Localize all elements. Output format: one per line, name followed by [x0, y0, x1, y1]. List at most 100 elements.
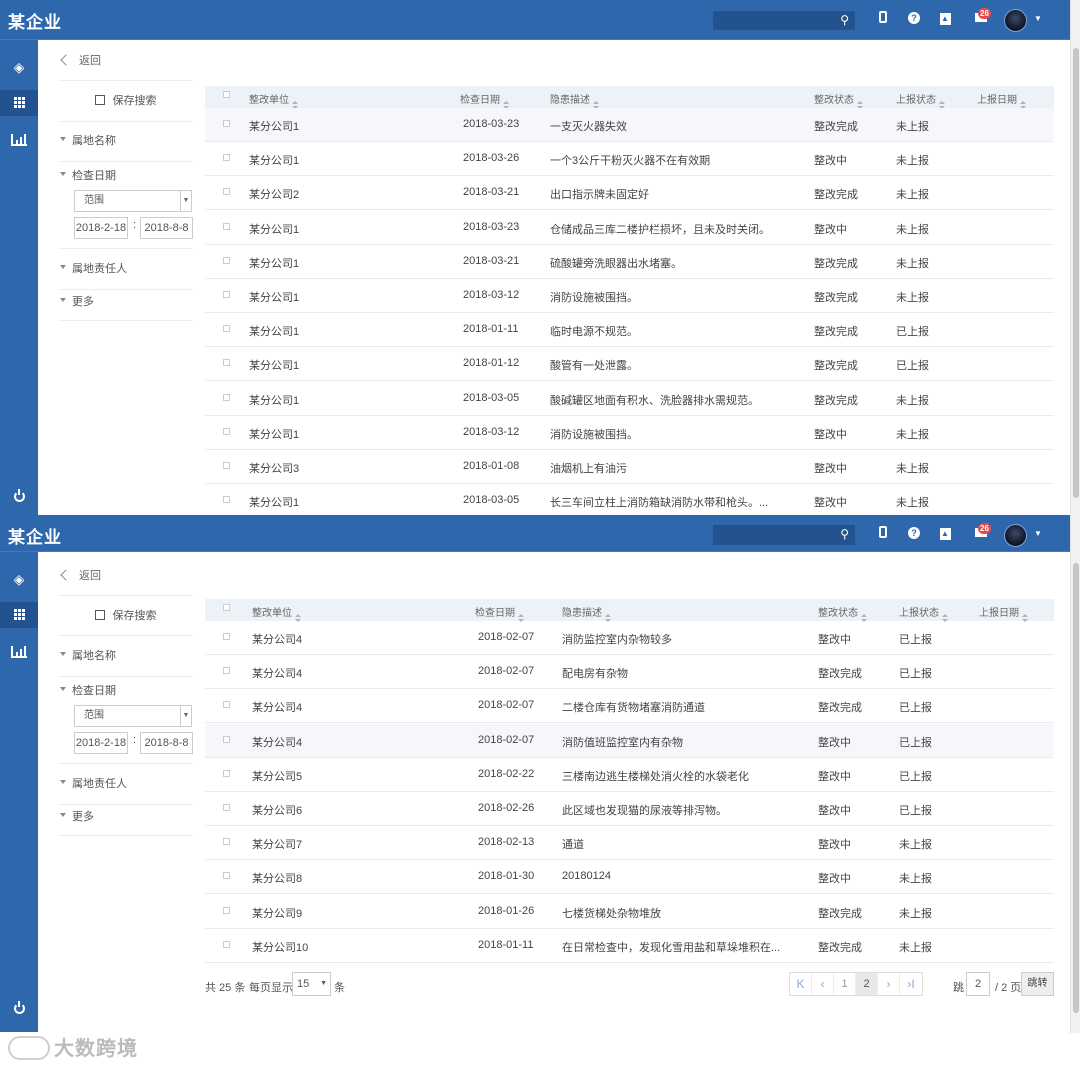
- help-icon[interactable]: ?: [907, 11, 921, 25]
- jump-button[interactable]: 跳转: [1021, 972, 1054, 996]
- prev-page-button[interactable]: ‹: [812, 973, 834, 995]
- mail-icon[interactable]: 26: [970, 523, 992, 540]
- table-row[interactable]: 某分公司6 2018-02-26 此区域也发现猫的尿液等排泻物。 整改中 已上报: [205, 792, 1054, 826]
- search-input[interactable]: ⚲: [713, 11, 855, 30]
- select-all-checkbox[interactable]: [223, 91, 230, 98]
- mail-icon[interactable]: 26: [970, 8, 992, 25]
- nav-chart[interactable]: [0, 127, 38, 153]
- column-header[interactable]: 隐患描述: [562, 604, 611, 622]
- date-from-field[interactable]: 2018-2-18: [74, 732, 128, 754]
- filter-owner-name[interactable]: 属地名称: [58, 132, 193, 162]
- table-row[interactable]: 某分公司10 2018-01-11 在日常检查中，发现化雪用盐和草垛堆积在... 整改…: [205, 929, 1054, 963]
- table-row[interactable]: 某分公司1 2018-03-05 酸碱罐区地面有积水、洗脸器排水需规范。 整改完成 未上…: [205, 382, 1054, 416]
- row-checkbox[interactable]: [223, 359, 230, 367]
- nav-power[interactable]: [0, 996, 38, 1022]
- table-row[interactable]: 某分公司1 2018-03-23 一支灭火器失效 整改完成 未上报: [205, 108, 1054, 142]
- help-icon[interactable]: ?: [907, 526, 921, 540]
- table-row[interactable]: 某分公司1 2018-01-11 临时电源不规范。 整改完成 已上报: [205, 313, 1054, 348]
- row-checkbox[interactable]: [223, 804, 230, 811]
- table-row[interactable]: 某分公司4 2018-02-07 消防值班监控室内有杂物 整改中 已上报: [205, 723, 1054, 758]
- date-to-field[interactable]: 2018-8-8: [140, 732, 193, 754]
- user-icon[interactable]: ▲: [938, 526, 952, 540]
- table-row[interactable]: 某分公司7 2018-02-13 通道 整改中 未上报: [205, 826, 1054, 861]
- row-checkbox[interactable]: [223, 427, 230, 435]
- chevron-down-icon[interactable]: ▼: [1034, 14, 1042, 23]
- page-1-button[interactable]: 1: [834, 973, 856, 995]
- nav-grid[interactable]: [0, 90, 38, 116]
- phone-icon[interactable]: [876, 526, 890, 540]
- table-row[interactable]: 某分公司9 2018-01-26 七楼货梯处杂物堆放 整改完成 未上报: [205, 895, 1054, 929]
- vertical-scrollbar[interactable]: [1070, 0, 1080, 515]
- phone-icon[interactable]: [876, 11, 890, 25]
- column-header[interactable]: 整改状态: [818, 604, 867, 622]
- filter-check-date[interactable]: 检查日期 范围 ▼ 2018-2-18 : 2018-8-8: [58, 682, 193, 764]
- nav-power[interactable]: [0, 484, 38, 510]
- table-row[interactable]: 某分公司1 2018-01-12 酸管有一处泄露。 整改完成 已上报: [205, 347, 1054, 382]
- row-checkbox[interactable]: [223, 735, 230, 743]
- range-select[interactable]: 范围 ▼: [74, 705, 192, 727]
- row-checkbox[interactable]: [223, 872, 230, 880]
- vertical-scrollbar[interactable]: [1070, 515, 1080, 1033]
- table-row[interactable]: 某分公司1 2018-03-21 硫酸罐旁洗眼器出水堵塞。 整改完成 未上报: [205, 245, 1054, 279]
- table-row[interactable]: 某分公司1 2018-03-05 长三车间立柱上消防箱缺消防水带和枪头。... 整改中…: [205, 484, 1054, 515]
- table-row[interactable]: 某分公司1 2018-03-12 消防设施被围挡。 整改完成 未上报: [205, 279, 1054, 313]
- table-row[interactable]: 某分公司4 2018-02-07 二楼仓库有货物堵塞消防通道 整改完成 已上报: [205, 689, 1054, 724]
- date-to-field[interactable]: 2018-8-8: [140, 217, 193, 239]
- row-checkbox[interactable]: [223, 906, 230, 914]
- avatar[interactable]: [1004, 524, 1027, 547]
- column-header[interactable]: 上报状态: [899, 604, 948, 622]
- filter-owner-person[interactable]: 属地责任人: [58, 775, 193, 805]
- date-from-field[interactable]: 2018-2-18: [74, 217, 128, 239]
- row-checkbox[interactable]: [223, 291, 230, 298]
- range-select[interactable]: 范围 ▼: [74, 190, 192, 212]
- table-row[interactable]: 某分公司1 2018-03-23 仓储成品三库二楼护栏损坏，且未及时关闭。 整改中 未上…: [205, 211, 1054, 245]
- column-header[interactable]: 上报日期: [979, 604, 1028, 622]
- row-checkbox[interactable]: [223, 462, 230, 469]
- filter-check-date[interactable]: 检查日期 范围 ▼ 2018-2-18 : 2018-8-8: [58, 167, 193, 249]
- search-input[interactable]: ⚲: [713, 525, 855, 545]
- column-header[interactable]: 检查日期: [460, 91, 509, 109]
- table-row[interactable]: 某分公司1 2018-03-26 一个3公斤干粉灭火器不在有效期 整改中 未上报: [205, 142, 1054, 177]
- save-search-button[interactable]: 保存搜索: [58, 595, 193, 636]
- row-checkbox[interactable]: [223, 496, 230, 504]
- column-header[interactable]: 上报状态: [896, 91, 945, 109]
- row-checkbox[interactable]: [223, 256, 230, 264]
- table-row[interactable]: 某分公司4 2018-02-07 消防监控室内杂物较多 整改中 已上报: [205, 621, 1054, 655]
- column-header[interactable]: 隐患描述: [550, 91, 599, 109]
- row-checkbox[interactable]: [223, 838, 230, 846]
- table-row[interactable]: 某分公司4 2018-02-07 配电房有杂物 整改完成 已上报: [205, 655, 1054, 690]
- search-icon[interactable]: ⚲: [840, 527, 849, 541]
- row-checkbox[interactable]: [223, 940, 230, 948]
- nav-grid[interactable]: [0, 602, 38, 628]
- user-icon[interactable]: ▲: [938, 11, 952, 25]
- avatar[interactable]: [1004, 9, 1027, 32]
- table-row[interactable]: 某分公司1 2018-03-12 消防设施被围挡。 整改中 未上报: [205, 416, 1054, 450]
- row-checkbox[interactable]: [223, 667, 230, 675]
- save-search-button[interactable]: 保存搜索: [58, 80, 193, 122]
- row-checkbox[interactable]: [223, 188, 230, 196]
- row-checkbox[interactable]: [223, 393, 230, 401]
- table-row[interactable]: 某分公司2 2018-03-21 出口指示牌未固定好 整改完成 未上报: [205, 176, 1054, 211]
- table-row[interactable]: 某分公司3 2018-01-08 油烟机上有油污 整改中 未上报: [205, 450, 1054, 484]
- first-page-button[interactable]: K: [790, 973, 812, 995]
- nav-chart[interactable]: [0, 639, 38, 665]
- row-checkbox[interactable]: [223, 769, 230, 777]
- chevron-down-icon[interactable]: ▼: [1034, 529, 1042, 538]
- search-icon[interactable]: ⚲: [840, 13, 849, 27]
- column-header[interactable]: 整改单位: [252, 604, 301, 622]
- nav-layers[interactable]: ◈: [0, 566, 38, 592]
- table-row[interactable]: 某分公司8 2018-01-30 20180124 整改中 未上报: [205, 860, 1054, 895]
- filter-owner-person[interactable]: 属地责任人: [58, 260, 193, 290]
- next-page-button[interactable]: ›: [878, 973, 900, 995]
- filter-more[interactable]: 更多: [58, 808, 193, 836]
- per-page-select[interactable]: 15 ▼: [292, 972, 331, 996]
- back-link[interactable]: 返回: [60, 52, 101, 68]
- row-checkbox[interactable]: [223, 222, 230, 230]
- column-header[interactable]: 上报日期: [977, 91, 1026, 109]
- row-checkbox[interactable]: [223, 154, 230, 162]
- row-checkbox[interactable]: [223, 701, 230, 709]
- back-link[interactable]: 返回: [60, 567, 101, 583]
- row-checkbox[interactable]: [223, 633, 230, 640]
- table-row[interactable]: 某分公司5 2018-02-22 三楼南边逃生楼梯处消火栓的水袋老化 整改中 已上报: [205, 758, 1054, 792]
- jump-page-input[interactable]: 2: [966, 972, 990, 996]
